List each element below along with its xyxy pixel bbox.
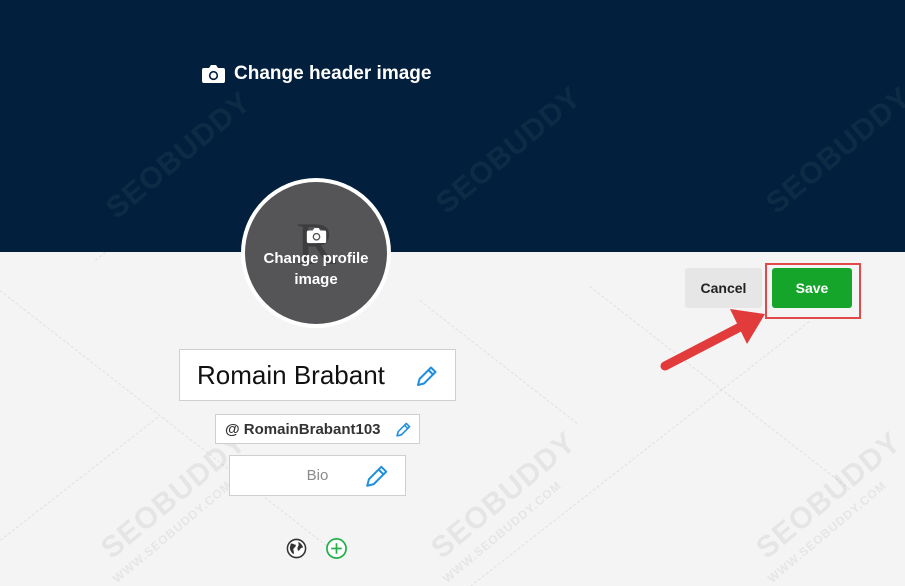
profile-name: Romain Brabant bbox=[197, 359, 385, 390]
watermark-site: WWW.SEOBUDDY.COM bbox=[440, 478, 565, 586]
pencil-icon[interactable] bbox=[415, 364, 439, 388]
watermark-brand: SEOBUDDY bbox=[750, 425, 905, 566]
watermark-site: WWW.SEOBUDDY.COM bbox=[765, 478, 890, 586]
handle-field[interactable]: @ RomainBrabant103 bbox=[215, 414, 420, 444]
profile-header: Change header image bbox=[0, 0, 905, 252]
change-profile-image-label: Change profile image bbox=[263, 250, 369, 288]
bio-placeholder: Bio bbox=[306, 467, 329, 484]
profile-avatar[interactable]: R Change profile image bbox=[241, 178, 391, 328]
watermark-site: WWW.SEOBUDDY.COM bbox=[110, 478, 235, 586]
pointer-arrow bbox=[660, 309, 765, 371]
profile-handle: @ RomainBrabant103 bbox=[225, 420, 381, 438]
bio-field[interactable]: Bio bbox=[229, 455, 406, 496]
change-header-image-button[interactable]: Change header image bbox=[201, 60, 431, 88]
camera-icon bbox=[202, 65, 225, 83]
plus-circle-icon[interactable] bbox=[325, 537, 348, 560]
pencil-icon[interactable] bbox=[364, 463, 390, 489]
change-header-image-label: Change header image bbox=[234, 63, 432, 84]
change-profile-image-button[interactable]: Change profile image bbox=[245, 227, 387, 290]
pencil-icon[interactable] bbox=[395, 421, 412, 438]
name-field[interactable]: Romain Brabant bbox=[179, 349, 456, 401]
globe-icon[interactable] bbox=[286, 538, 307, 559]
save-button[interactable]: Save bbox=[772, 268, 852, 308]
watermark-brand: SEOBUDDY bbox=[425, 425, 583, 566]
camera-icon bbox=[306, 227, 326, 244]
